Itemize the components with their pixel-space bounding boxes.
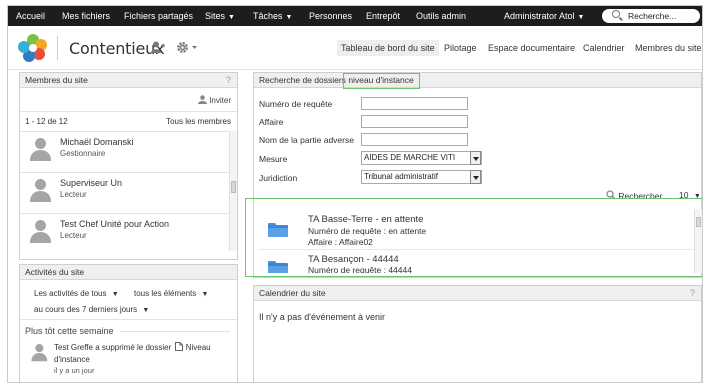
list-item: Superviseur Un Lecteur — [20, 172, 230, 208]
activity-section-title: Plus tôt cette semaine — [25, 326, 114, 336]
activity-filter-who[interactable]: Les activités de tous ▼ — [34, 289, 119, 298]
site-calendar-panel: Calendrier du site ? Il n'y a pas d'évén… — [253, 285, 702, 382]
chevron-down-icon: ▼ — [285, 14, 293, 21]
juridiction-select[interactable]: Tribunal administratif — [361, 170, 482, 184]
help-icon[interactable]: ? — [690, 286, 695, 301]
member-name[interactable]: Superviseur Un — [60, 178, 122, 188]
global-search-input[interactable]: Recherche... — [602, 9, 700, 23]
activity-entry: Test Greffe a supprimé le dossier Niveau… — [54, 342, 234, 377]
invite-label: Inviter — [209, 96, 231, 105]
all-members-link[interactable]: Tous les membres — [166, 117, 231, 126]
activity-text: Test Greffe a supprimé le dossier — [54, 343, 172, 352]
panel-title: Recherche de dossiers — [259, 75, 346, 85]
label-numero: Numéro de requête — [259, 99, 333, 109]
chevron-down-icon: ▼ — [201, 291, 209, 298]
nav-sites[interactable]: Sites ▼ — [205, 6, 235, 26]
nav-fichiers-partages[interactable]: Fichiers partagés — [124, 6, 193, 26]
list-item: Michaël Domanski Gestionnaire — [20, 131, 230, 167]
help-icon[interactable]: ? — [226, 73, 231, 88]
gear-icon[interactable] — [176, 41, 198, 54]
member-role: Lecteur — [60, 190, 87, 199]
activity-filter-when[interactable]: au cours des 7 derniers jours ▼ — [34, 305, 149, 314]
app-window: Accueil Mes fichiers Fichiers partagés S… — [7, 5, 703, 383]
nav-accueil[interactable]: Accueil — [16, 6, 45, 26]
numero-field[interactable] — [361, 97, 468, 110]
nav-sites-label: Sites — [205, 11, 226, 21]
panel-title: Activités du site — [25, 267, 85, 277]
nav-personnes[interactable]: Personnes — [309, 6, 352, 26]
panel-header: Activités du site — [20, 265, 237, 280]
chevron-down-icon: ▼ — [577, 14, 585, 21]
sitenav-membres[interactable]: Membres du site — [635, 43, 702, 53]
calendar-empty-message: Il n'y a pas d'événement à venir — [259, 312, 386, 322]
search-icon — [612, 10, 620, 18]
members-list: Michaël Domanski Gestionnaire Superviseu… — [20, 131, 230, 251]
juridiction-value: Tribunal administratif — [364, 172, 438, 181]
site-activities-panel: Activités du site Les activités de tous … — [19, 264, 238, 382]
affaire-field[interactable] — [361, 115, 468, 128]
nav-taches[interactable]: Tâches ▼ — [253, 6, 292, 26]
title-separator — [57, 36, 58, 60]
user-name: Administrator Atol — [504, 11, 575, 21]
avatar — [28, 138, 52, 162]
user-icon — [197, 95, 207, 104]
label-mesure: Mesure — [259, 154, 288, 164]
site-header: Contentieux Tableau de bord du site Pilo… — [8, 26, 702, 70]
avatar — [28, 179, 52, 203]
sitenav-pilotage[interactable]: Pilotage — [444, 43, 477, 53]
nav-entrepot[interactable]: Entrepôt — [366, 6, 400, 26]
label-affaire: Affaire — [259, 117, 284, 127]
label-juridiction: Juridiction — [259, 173, 298, 183]
mesure-select[interactable]: AIDES DE MARCHE VITI — [361, 151, 482, 165]
panel-title: Membres du site — [25, 75, 88, 85]
mesure-value: AIDES DE MARCHE VITI — [364, 153, 456, 162]
chevron-down-icon: ▼ — [228, 14, 235, 21]
list-item: Test Chef Unité pour Action Lecteur — [20, 213, 230, 249]
nav-taches-label: Tâches — [253, 11, 283, 21]
divider — [120, 331, 230, 332]
user-menu[interactable]: Administrator Atol ▼ — [504, 6, 584, 26]
member-role: Gestionnaire — [60, 149, 106, 158]
site-members-panel: Membres du site ? Inviter 1 - 12 de 12 T… — [19, 72, 238, 260]
nav-outils-admin[interactable]: Outils admin — [416, 6, 466, 26]
chevron-down-icon: ▼ — [111, 291, 119, 298]
chevron-down-icon: ▼ — [142, 307, 150, 314]
document-icon — [175, 342, 184, 351]
panel-title: Calendrier du site — [259, 288, 326, 298]
invite-link[interactable]: Inviter — [197, 95, 231, 105]
members-scrollbar[interactable] — [229, 131, 237, 251]
avatar — [28, 220, 52, 244]
avatar — [30, 344, 48, 362]
sitenav-tableau-de-bord[interactable]: Tableau de bord du site — [337, 40, 439, 56]
nav-mes-fichiers[interactable]: Mes fichiers — [62, 6, 110, 26]
filter-label: tous les éléments — [134, 289, 197, 298]
chevron-down-icon — [470, 170, 481, 184]
member-name[interactable]: Test Chef Unité pour Action — [60, 219, 169, 229]
members-range: 1 - 12 de 12 — [25, 117, 68, 126]
highlight-box — [343, 73, 420, 89]
highlight-box — [245, 198, 702, 277]
chevron-down-icon — [470, 151, 481, 165]
filter-label: au cours des 7 derniers jours — [34, 305, 138, 314]
member-role: Lecteur — [60, 231, 87, 240]
top-navigation-bar: Accueil Mes fichiers Fichiers partagés S… — [8, 6, 702, 26]
panel-header: Calendrier du site ? — [254, 286, 701, 301]
label-partie: Nom de la partie adverse — [259, 135, 354, 145]
filter-label: Les activités de tous — [34, 289, 107, 298]
activity-filter-what[interactable]: tous les éléments ▼ — [134, 289, 208, 298]
panel-header: Membres du site ? — [20, 73, 237, 88]
sitenav-espace-documentaire[interactable]: Espace documentaire — [488, 43, 575, 53]
activity-time: il y a un jour — [54, 366, 95, 375]
alfresco-logo-icon — [18, 34, 47, 62]
divider — [20, 319, 237, 320]
divider — [20, 111, 237, 112]
partie-adverse-field[interactable] — [361, 133, 468, 146]
sitenav-calendrier[interactable]: Calendrier — [583, 43, 625, 53]
panel-header: Recherche de dossiers niveau d'instance — [254, 73, 701, 88]
search-placeholder: Recherche... — [628, 11, 677, 21]
add-user-icon[interactable] — [151, 41, 165, 53]
member-name[interactable]: Michaël Domanski — [60, 137, 134, 147]
